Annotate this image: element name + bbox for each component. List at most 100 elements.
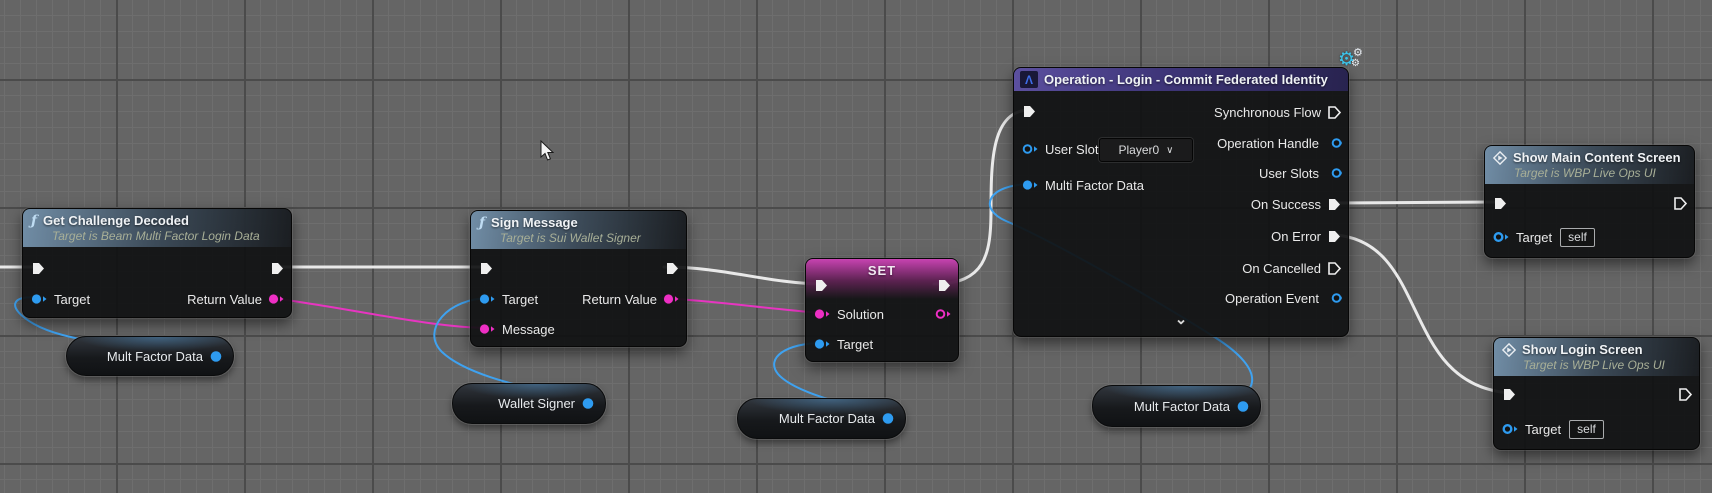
dropdown-value: Player0 bbox=[1118, 143, 1159, 157]
on-success-pin[interactable]: On Success bbox=[1251, 196, 1342, 212]
target-pin[interactable]: Target bbox=[31, 291, 90, 307]
pin-label: Operation Event bbox=[1225, 291, 1319, 306]
variable-pill-wallet-signer[interactable]: Wallet Signer bbox=[452, 383, 606, 424]
object-pin-hollow-icon bbox=[1493, 231, 1510, 243]
exec-in-pin[interactable] bbox=[814, 277, 829, 293]
object-pin-icon bbox=[31, 293, 48, 305]
wire-return-value-to-message[interactable] bbox=[271, 298, 490, 328]
wire-exec-on-error-to-show-login[interactable] bbox=[1336, 235, 1510, 393]
node-header[interactable]: ƒ Get Challenge Decoded Target is Beam M… bbox=[23, 209, 291, 247]
node-get-challenge-decoded[interactable]: ƒ Get Challenge Decoded Target is Beam M… bbox=[22, 208, 292, 318]
struct-pin-icon bbox=[814, 308, 831, 320]
function-icon: ƒ bbox=[31, 214, 37, 228]
node-sign-message[interactable]: ƒ Sign Message Target is Sui Wallet Sign… bbox=[470, 210, 687, 347]
node-subtitle: Target is Sui Wallet Signer bbox=[500, 231, 676, 245]
function-icon: ƒ bbox=[479, 216, 485, 230]
set-output-pin[interactable] bbox=[935, 306, 952, 322]
exec-pin-icon bbox=[1327, 229, 1342, 244]
node-subtitle: Target is Beam Multi Factor Login Data bbox=[52, 229, 281, 243]
exec-in-pin[interactable] bbox=[1022, 103, 1037, 119]
pin-label: Target bbox=[1516, 230, 1552, 245]
message-pin[interactable]: Message bbox=[479, 321, 555, 337]
node-operation-login-commit-federated-identity[interactable]: Λ Operation - Login - Commit Federated I… bbox=[1013, 67, 1349, 337]
target-self-value[interactable]: self bbox=[1560, 228, 1595, 247]
exec-out-pin[interactable] bbox=[1673, 195, 1688, 211]
exec-pin-icon bbox=[1493, 196, 1508, 211]
operation-event-pin[interactable]: Operation Event bbox=[1225, 290, 1342, 306]
set-target-pin[interactable]: Target bbox=[814, 336, 873, 352]
object-pin-hollow-icon bbox=[1022, 143, 1039, 155]
pin-label: User Slots bbox=[1259, 166, 1319, 181]
target-pin[interactable]: Target self bbox=[1493, 229, 1595, 245]
object-pin-icon[interactable] bbox=[210, 350, 223, 363]
return-value-pin[interactable]: Return Value bbox=[187, 291, 285, 307]
variable-pill-mult-factor-data-3[interactable]: Mult Factor Data bbox=[1092, 385, 1261, 427]
exec-in-pin[interactable] bbox=[1493, 195, 1508, 211]
struct-pin-icon bbox=[663, 293, 680, 305]
pin-label: User Slot bbox=[1045, 142, 1098, 157]
synchronous-flow-pin[interactable]: Synchronous Flow bbox=[1214, 104, 1342, 120]
exec-out-pin[interactable] bbox=[937, 277, 952, 293]
node-title: Show Login Screen bbox=[1522, 342, 1643, 357]
object-pin-icon[interactable] bbox=[882, 412, 895, 425]
node-title: Show Main Content Screen bbox=[1513, 150, 1681, 165]
target-pin[interactable]: Target self bbox=[1502, 421, 1604, 437]
mouse-cursor bbox=[540, 140, 556, 167]
exec-pin-icon bbox=[479, 261, 494, 276]
node-header[interactable]: Λ Operation - Login - Commit Federated I… bbox=[1014, 68, 1348, 91]
exec-pin-icon bbox=[665, 261, 680, 276]
node-title: SET bbox=[806, 259, 958, 278]
operation-handle-pin[interactable]: Operation Handle bbox=[1217, 135, 1342, 151]
object-pin-hollow-icon bbox=[1325, 137, 1342, 149]
multi-factor-data-pin[interactable]: Multi Factor Data bbox=[1022, 177, 1144, 193]
pin-label: Message bbox=[502, 322, 555, 337]
exec-in-pin[interactable] bbox=[1502, 386, 1517, 402]
variable-pill-mult-factor-data-2[interactable]: Mult Factor Data bbox=[737, 398, 906, 439]
object-pin-hollow-icon bbox=[1325, 292, 1342, 304]
gear-small-icon: ⚙ bbox=[1351, 59, 1360, 69]
exec-in-pin[interactable] bbox=[31, 260, 46, 276]
object-pin-icon[interactable] bbox=[582, 397, 595, 410]
pin-label: Target bbox=[837, 337, 873, 352]
node-title: Get Challenge Decoded bbox=[43, 213, 189, 228]
exec-out-pin[interactable] bbox=[665, 260, 680, 276]
pin-label: Return Value bbox=[187, 292, 262, 307]
target-self-value[interactable]: self bbox=[1569, 420, 1604, 439]
return-value-pin[interactable]: Return Value bbox=[582, 291, 680, 307]
exec-pin-icon bbox=[31, 261, 46, 276]
exec-pin-icon bbox=[814, 278, 829, 293]
expand-node-chevron[interactable]: ⌄ bbox=[1014, 314, 1348, 326]
wire-exec-sign-message-to-set[interactable] bbox=[664, 267, 822, 284]
user-slots-pin[interactable]: User Slots bbox=[1259, 165, 1342, 181]
wire-exec-on-success-to-show-main[interactable] bbox=[1336, 202, 1494, 203]
exec-out-pin[interactable] bbox=[270, 260, 285, 276]
node-header[interactable]: Show Main Content Screen Target is WBP L… bbox=[1485, 146, 1694, 184]
node-set-variable[interactable]: SET Solution Target bbox=[805, 258, 959, 362]
variable-label: Mult Factor Data bbox=[779, 411, 875, 426]
beam-logo-icon: Λ bbox=[1020, 71, 1038, 88]
solution-pin[interactable]: Solution bbox=[814, 306, 884, 322]
exec-out-pin[interactable] bbox=[1678, 386, 1693, 402]
variable-label: Mult Factor Data bbox=[107, 349, 203, 364]
blueprint-graph-canvas[interactable]: ƒ Get Challenge Decoded Target is Beam M… bbox=[0, 0, 1712, 493]
object-pin-hollow-icon bbox=[1325, 167, 1342, 179]
node-show-login-screen[interactable]: Show Login Screen Target is WBP Live Ops… bbox=[1493, 337, 1700, 450]
node-show-main-content-screen[interactable]: Show Main Content Screen Target is WBP L… bbox=[1484, 145, 1695, 258]
target-pin[interactable]: Target bbox=[479, 291, 538, 307]
object-pin-icon bbox=[479, 293, 496, 305]
exec-in-pin[interactable] bbox=[479, 260, 494, 276]
user-slot-pin[interactable]: User Slot bbox=[1022, 141, 1098, 157]
object-pin-icon[interactable] bbox=[1237, 400, 1250, 413]
user-slot-dropdown[interactable]: Player0 ∨ bbox=[1099, 138, 1193, 162]
node-title: Operation - Login - Commit Federated Ide… bbox=[1044, 72, 1328, 87]
pin-label: Solution bbox=[837, 307, 884, 322]
node-subtitle: Target is WBP Live Ops UI bbox=[1514, 166, 1684, 180]
node-header[interactable]: ƒ Sign Message Target is Sui Wallet Sign… bbox=[471, 211, 686, 249]
cursor-arrow-icon bbox=[540, 140, 556, 162]
on-error-pin[interactable]: On Error bbox=[1271, 228, 1342, 244]
on-cancelled-pin[interactable]: On Cancelled bbox=[1242, 260, 1342, 276]
exec-pin-icon bbox=[1327, 197, 1342, 212]
variable-pill-mult-factor-data-1[interactable]: Mult Factor Data bbox=[66, 336, 234, 376]
node-header[interactable]: Show Login Screen Target is WBP Live Ops… bbox=[1494, 338, 1699, 376]
pin-label: Return Value bbox=[582, 292, 657, 307]
